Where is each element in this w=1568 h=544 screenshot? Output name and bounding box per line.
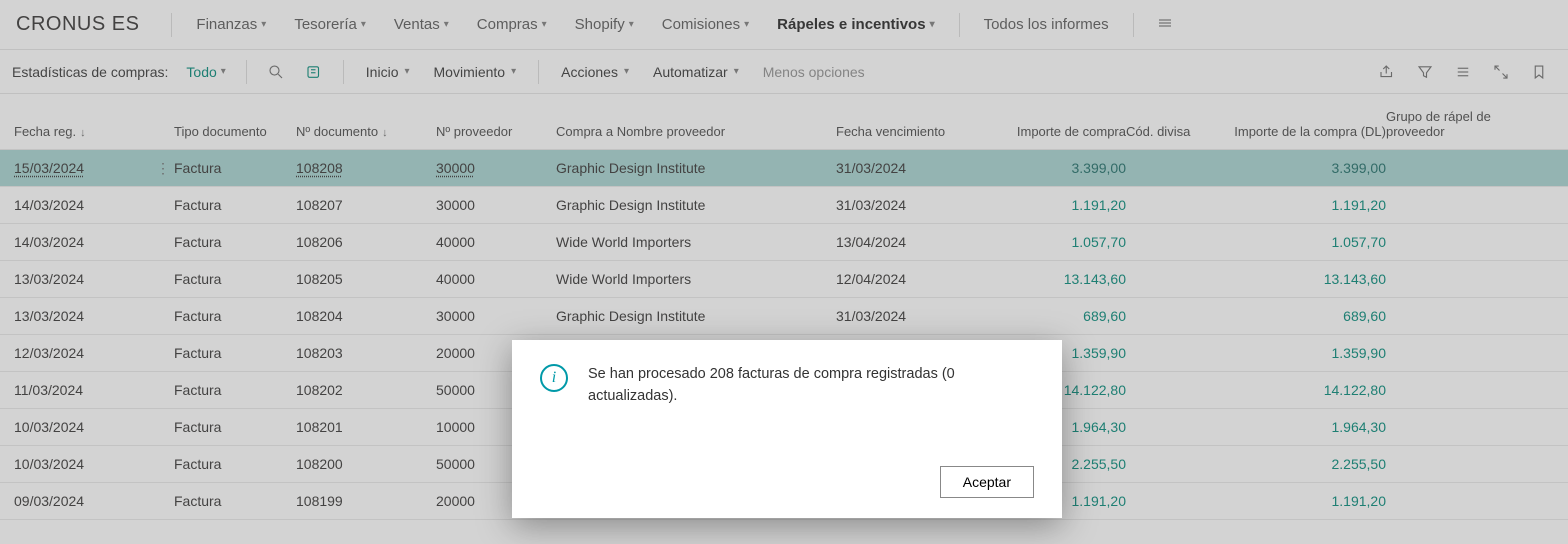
info-icon: i bbox=[540, 364, 568, 392]
info-dialog: i Se han procesado 208 facturas de compr… bbox=[512, 340, 1062, 518]
dialog-message: Se han procesado 208 facturas de compra … bbox=[588, 364, 1034, 408]
accept-button[interactable]: Aceptar bbox=[940, 466, 1034, 498]
